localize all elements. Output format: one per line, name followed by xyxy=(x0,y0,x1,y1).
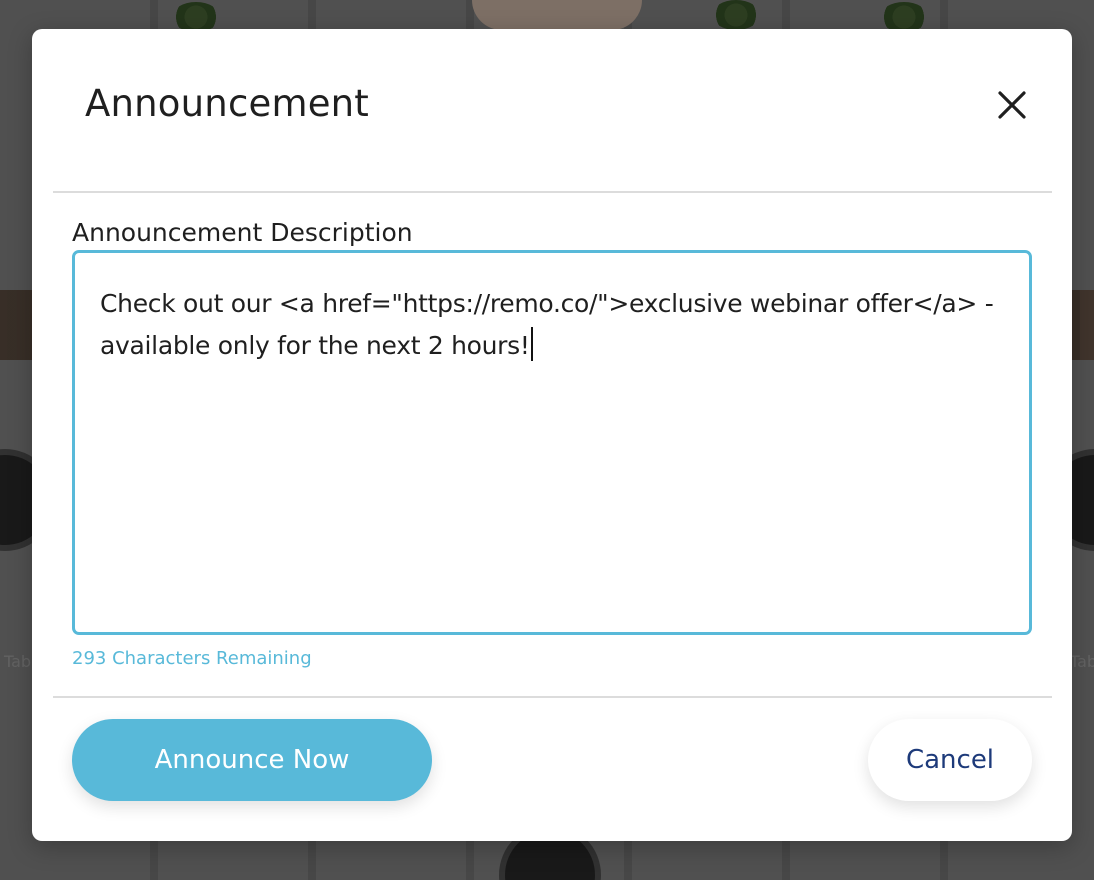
announcement-modal: Announcement Announcement Description Ch… xyxy=(32,29,1072,841)
modal-title: Announcement xyxy=(85,82,370,125)
header-divider xyxy=(53,191,1052,193)
close-icon xyxy=(998,91,1026,119)
description-text: Check out our <a href="https://remo.co/"… xyxy=(100,289,1002,360)
text-caret xyxy=(530,327,533,361)
footer-divider xyxy=(53,696,1052,698)
close-button[interactable] xyxy=(992,85,1032,125)
cancel-button[interactable]: Cancel xyxy=(868,719,1032,801)
description-textarea[interactable]: Check out our <a href="https://remo.co/"… xyxy=(72,250,1032,635)
announce-now-button[interactable]: Announce Now xyxy=(72,719,432,801)
characters-remaining: 293 Characters Remaining xyxy=(72,648,312,669)
description-label: Announcement Description xyxy=(72,218,413,247)
